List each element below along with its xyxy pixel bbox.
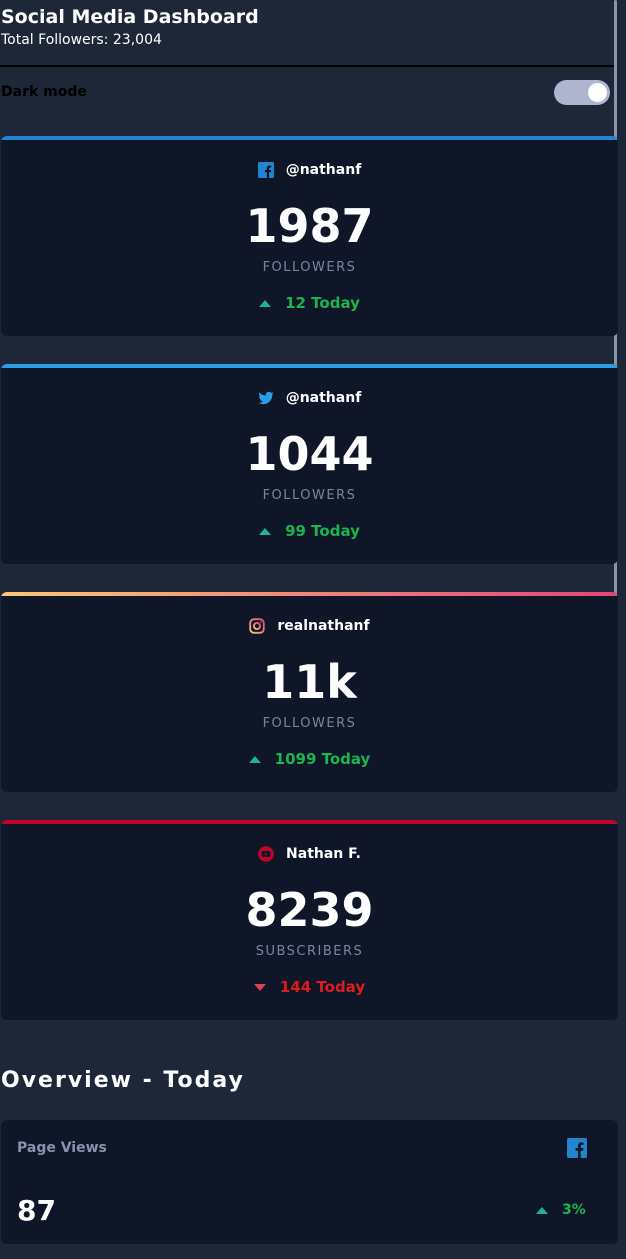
card-accent-bar <box>1 136 618 140</box>
header: Social Media Dashboard Total Followers: … <box>1 6 259 49</box>
count-label: FOLLOWERS <box>262 260 357 275</box>
card-handle: @nathanf <box>285 162 362 178</box>
scrollbar[interactable] <box>614 0 617 683</box>
card-handle: @nathanf <box>285 390 362 406</box>
card-accent-bar <box>1 364 618 368</box>
facebook-icon <box>257 162 274 178</box>
change-text: 99 Today <box>285 522 360 540</box>
card-handle: Nathan F. <box>286 846 361 862</box>
header-divider <box>0 65 616 67</box>
page-title: Social Media Dashboard <box>1 6 259 28</box>
card-accent-bar <box>1 820 618 824</box>
change-text: 3% <box>562 1202 586 1218</box>
twitter-card[interactable]: @nathanf 1044 FOLLOWERS 99 Today <box>1 364 618 564</box>
arrow-up-icon <box>259 299 272 307</box>
count-label: FOLLOWERS <box>262 488 357 503</box>
card-handle-row: realnathanf <box>1 618 618 634</box>
count-label: SUBSCRIBERS <box>255 944 364 959</box>
change-text: 1099 Today <box>274 750 371 768</box>
youtube-icon <box>258 846 274 862</box>
toggle-knob <box>588 83 607 102</box>
follower-count: 1987 <box>245 199 374 253</box>
overview-metric-value: 87 <box>17 1194 56 1227</box>
facebook-icon <box>567 1138 587 1158</box>
arrow-up-icon <box>536 1206 548 1214</box>
follower-count: 1044 <box>245 427 374 481</box>
daily-change: 12 Today <box>1 294 618 312</box>
instagram-icon <box>249 618 266 634</box>
dashboard-page: Social Media Dashboard Total Followers: … <box>0 0 626 1259</box>
card-handle-row: Nathan F. <box>1 846 618 862</box>
arrow-up-icon <box>259 527 272 535</box>
instagram-card[interactable]: realnathanf 11k FOLLOWERS 1099 Today <box>1 592 618 792</box>
arrow-up-icon <box>248 755 261 763</box>
overview-card-page-views[interactable]: Page Views 87 3% <box>1 1120 618 1244</box>
overview-title: Overview - Today <box>1 1068 245 1093</box>
card-accent-bar <box>1 592 618 596</box>
count-label: FOLLOWERS <box>262 716 357 731</box>
daily-change: 99 Today <box>1 522 618 540</box>
card-handle-row: @nathanf <box>1 390 618 406</box>
facebook-card[interactable]: @nathanf 1987 FOLLOWERS 12 Today <box>1 136 618 336</box>
daily-change: 1099 Today <box>1 750 618 768</box>
change-text: 12 Today <box>285 294 360 312</box>
total-followers: Total Followers: 23,004 <box>1 32 162 48</box>
card-handle: realnathanf <box>277 618 370 634</box>
youtube-card[interactable]: Nathan F. 8239 SUBSCRIBERS 144 Today <box>1 820 618 1020</box>
arrow-down-icon <box>253 983 266 991</box>
twitter-icon <box>258 391 274 405</box>
subscriber-count: 8239 <box>245 883 374 937</box>
dark-mode-toggle[interactable] <box>554 80 610 105</box>
card-handle-row: @nathanf <box>1 162 618 178</box>
change-text: 144 Today <box>279 978 366 996</box>
overview-metric-label: Page Views <box>17 1140 107 1156</box>
dark-mode-label: Dark mode <box>1 84 87 100</box>
overview-metric-change: 3% <box>536 1202 586 1218</box>
follower-count: 11k <box>262 655 357 709</box>
daily-change: 144 Today <box>1 978 618 996</box>
